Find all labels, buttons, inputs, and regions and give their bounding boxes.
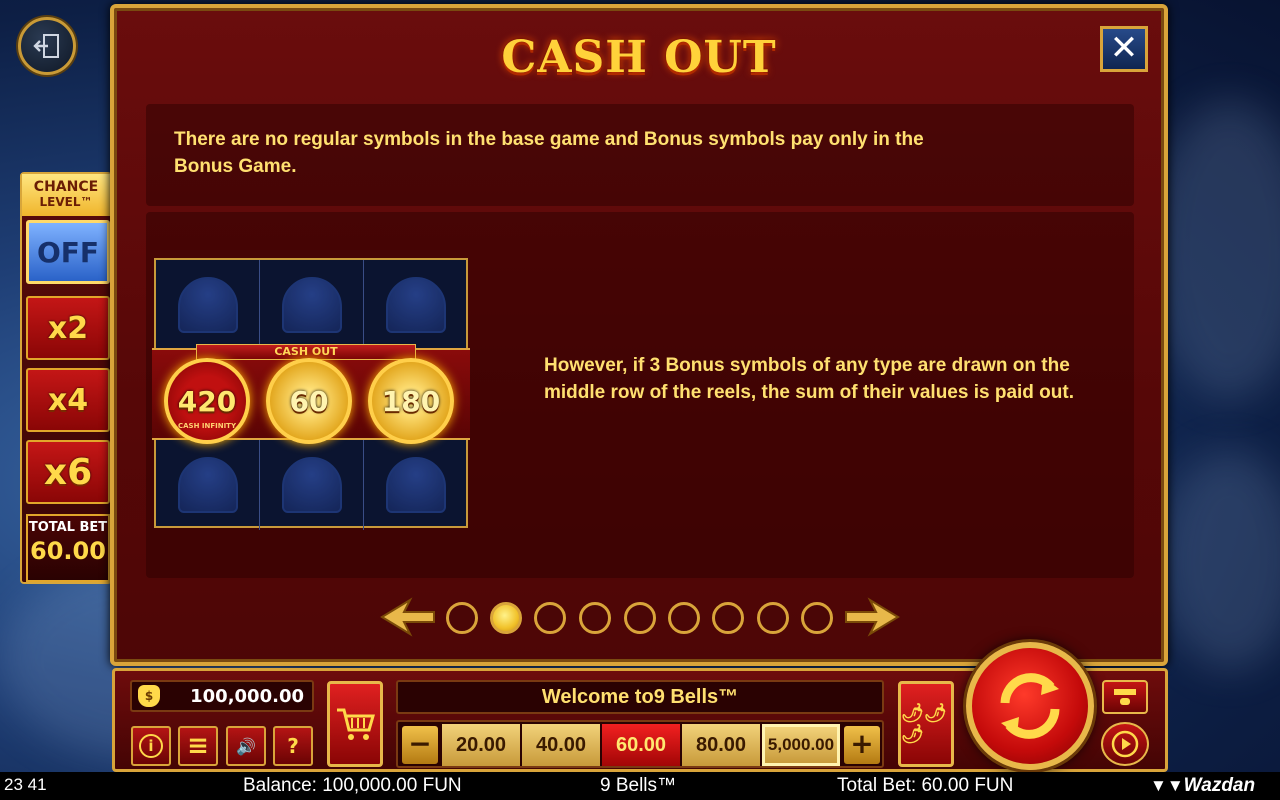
reel-cell <box>156 440 260 530</box>
page-dot[interactable] <box>446 602 478 634</box>
spin-button[interactable] <box>966 642 1094 770</box>
menu-button[interactable]: ≡ <box>178 726 218 766</box>
bet-decrease-button[interactable]: − <box>402 726 438 764</box>
bell-icon <box>281 277 342 333</box>
page-dot[interactable] <box>534 602 566 634</box>
page-dot[interactable] <box>712 602 744 634</box>
description-box: CASH OUT 420 CASH INFINITY 60 180 Howeve… <box>146 212 1134 578</box>
bet-increase-button[interactable]: + <box>844 726 880 764</box>
exit-icon <box>33 34 59 58</box>
play-icon <box>1111 730 1139 758</box>
coin-value: 60 <box>289 384 329 418</box>
bet-option[interactable]: 40.00 <box>522 724 600 766</box>
clock: 23 41 <box>4 775 47 794</box>
coin-value: 420 <box>177 384 237 418</box>
intro-box: There are no regular symbols in the base… <box>146 104 1134 206</box>
prev-page-arrow-icon[interactable] <box>380 596 436 638</box>
buy-feature-button[interactable] <box>327 681 383 767</box>
brand-logo: ▼▼Wazdan <box>1150 775 1255 797</box>
chance-level-x2-label: x2 <box>47 310 89 346</box>
chance-total-bet-label: TOTAL BET <box>28 520 108 535</box>
bet-option-selected[interactable]: 60.00 <box>602 724 680 766</box>
bell-icon <box>386 457 446 513</box>
page-dot[interactable] <box>757 602 789 634</box>
bonus-coin-gold: 180 <box>368 358 454 444</box>
bet-option[interactable]: 20.00 <box>442 724 520 766</box>
paytable-modal: CASH OUT ✕ There are no regular symbols … <box>110 4 1168 666</box>
reel-cell <box>260 440 364 530</box>
autoplay-button[interactable] <box>1101 722 1149 766</box>
bonus-coin-red: 420 CASH INFINITY <box>164 358 250 444</box>
page-dot[interactable] <box>668 602 700 634</box>
chance-total-bet: TOTAL BET 60.00 <box>26 514 110 582</box>
help-button[interactable]: ? <box>273 726 313 766</box>
background-cloud <box>1150 100 1280 400</box>
auto-play-settings-button[interactable] <box>1102 680 1148 714</box>
cart-icon <box>337 708 375 740</box>
info-icon: i <box>139 734 163 758</box>
balance-display: $ 100,000.00 <box>130 680 314 712</box>
bet-option-max[interactable]: 5,000.00 <box>762 724 840 766</box>
page-dot-active[interactable] <box>490 602 522 634</box>
brand-mark-icon: ▼▼ <box>1150 776 1184 795</box>
page-dot[interactable] <box>579 602 611 634</box>
bet-selector: − 20.00 40.00 60.00 80.00 5,000.00 + <box>396 720 884 768</box>
chilli-button[interactable]: 🌶🌶🌶 <box>898 681 954 767</box>
chance-level-x4-label: x4 <box>47 382 89 418</box>
page-dot[interactable] <box>624 602 656 634</box>
status-game-name: 9 Bells™ <box>600 775 677 796</box>
reel-cell <box>364 260 468 350</box>
close-button[interactable]: ✕ <box>1100 26 1148 72</box>
modal-title: CASH OUT <box>501 32 777 83</box>
chance-level-title: CHANCE LEVEL™ <box>22 174 110 216</box>
sound-button[interactable]: 🔊 <box>226 726 266 766</box>
reels-illustration: CASH OUT 420 CASH INFINITY 60 180 <box>152 258 470 530</box>
balance-value: 100,000.00 <box>190 685 304 707</box>
help-icon: ? <box>287 734 299 758</box>
reel-cell <box>364 440 468 530</box>
bell-icon <box>386 277 446 333</box>
reel-cell <box>156 260 260 350</box>
chance-level-title-line1: CHANCE <box>33 179 99 195</box>
bell-icon <box>177 457 238 513</box>
chance-level-x6-label: x6 <box>43 451 93 493</box>
brand-name: Wazdan <box>1183 775 1256 796</box>
money-bag-icon: $ <box>138 685 160 707</box>
bell-icon <box>177 277 238 333</box>
info-button[interactable]: i <box>131 726 171 766</box>
status-total-bet: Total Bet: 60.00 FUN <box>837 775 1014 796</box>
page-dot[interactable] <box>801 602 833 634</box>
status-bar: 23 41 Balance: 100,000.00 FUN 9 Bells™ T… <box>0 772 1280 800</box>
chilli-icon: 🌶🌶🌶 <box>901 703 947 745</box>
message-display: Welcome to9 Bells™ <box>396 680 884 714</box>
exit-button[interactable] <box>18 17 76 75</box>
chance-level-off-button[interactable]: OFF <box>26 220 110 284</box>
sound-icon: 🔊 <box>236 736 256 756</box>
intro-text: There are no regular symbols in the base… <box>174 129 924 177</box>
bonus-coin-gold: 60 <box>266 358 352 444</box>
cash-out-row: CASH OUT 420 CASH INFINITY 60 180 <box>152 344 470 444</box>
chance-level-x2-button[interactable]: x2 <box>26 296 110 360</box>
background-cloud <box>1160 450 1280 670</box>
chance-total-bet-value: 60.00 <box>30 537 106 565</box>
reel-cell <box>260 260 364 350</box>
menu-icon: ≡ <box>187 731 209 761</box>
settings-panel-icon <box>1114 689 1136 705</box>
chance-level-panel: CHANCE LEVEL™ OFF x2 x4 x6 TOTAL BET 60.… <box>20 172 112 584</box>
status-balance: Balance: 100,000.00 FUN <box>243 775 462 796</box>
bell-icon <box>281 457 342 513</box>
close-icon: ✕ <box>1109 28 1139 68</box>
bet-option[interactable]: 80.00 <box>682 724 760 766</box>
description-text: However, if 3 Bonus symbols of any type … <box>544 355 1074 403</box>
chance-level-title-line2: LEVEL™ <box>39 195 93 209</box>
chance-level-off-label: OFF <box>36 235 100 269</box>
coin-caption: CASH INFINITY <box>177 422 237 430</box>
chance-level-x4-button[interactable]: x4 <box>26 368 110 432</box>
coin-value: 180 <box>381 384 441 418</box>
next-page-arrow-icon[interactable] <box>844 596 900 638</box>
spin-icon <box>1000 673 1060 739</box>
chance-level-x6-button[interactable]: x6 <box>26 440 110 504</box>
